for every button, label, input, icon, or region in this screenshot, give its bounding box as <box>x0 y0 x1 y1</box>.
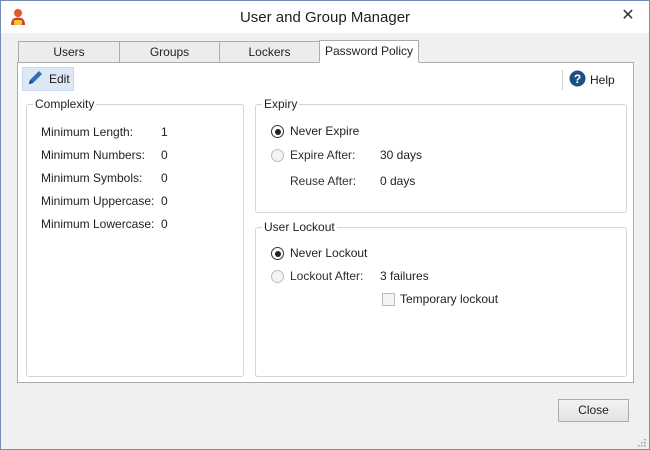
lockout-after-label[interactable]: Lockout After: <box>290 269 363 283</box>
temporary-lockout-label[interactable]: Temporary lockout <box>400 292 498 306</box>
minimum-symbols-value: 0 <box>161 171 168 185</box>
help-icon: ? <box>569 70 586 90</box>
lockout-after-radio[interactable] <box>271 270 284 283</box>
expire-after-label[interactable]: Expire After: <box>290 148 355 162</box>
pencil-icon <box>27 70 45 89</box>
lockout-after-value: 3 failures <box>380 269 429 283</box>
window-title: User and Group Manager <box>239 9 411 26</box>
title-bar[interactable]: User and Group Manager ✕ <box>1 1 649 33</box>
help-button[interactable]: ? Help <box>565 68 619 92</box>
minimum-symbols-label: Minimum Symbols: <box>41 171 143 185</box>
help-label: Help <box>590 73 615 87</box>
tab-lockers[interactable]: Lockers <box>219 41 320 63</box>
svg-text:?: ? <box>574 72 581 86</box>
never-expire-radio[interactable] <box>271 125 284 138</box>
minimum-lowercase-label: Minimum Lowercase: <box>41 217 155 231</box>
close-window-icon[interactable]: ✕ <box>615 5 641 27</box>
user-lockout-legend: User Lockout <box>262 220 337 234</box>
edit-button[interactable]: Edit <box>22 67 74 91</box>
tab-password-policy[interactable]: Password Policy <box>319 40 419 63</box>
close-button[interactable]: Close <box>558 399 629 422</box>
complexity-group: Complexity Minimum Length: 1 Minimum Num… <box>26 97 244 377</box>
expiry-legend: Expiry <box>262 97 300 111</box>
temporary-lockout-checkbox[interactable] <box>382 293 395 306</box>
reuse-after-value: 0 days <box>380 174 416 188</box>
reuse-after-label: Reuse After: <box>290 174 357 188</box>
minimum-numbers-label: Minimum Numbers: <box>41 148 146 162</box>
never-expire-label[interactable]: Never Expire <box>290 124 359 138</box>
expire-after-value: 30 days <box>380 148 423 162</box>
never-lockout-label[interactable]: Never Lockout <box>290 246 367 260</box>
toolbar-divider <box>562 70 563 90</box>
tab-groups[interactable]: Groups <box>119 41 220 63</box>
user-lockout-group: User Lockout Never Lockout Lockout After… <box>255 220 627 377</box>
minimum-length-value: 1 <box>161 125 168 139</box>
main-window: User and Group Manager ✕ Users Groups Lo… <box>0 0 650 450</box>
minimum-numbers-value: 0 <box>161 148 168 162</box>
never-lockout-radio[interactable] <box>271 247 284 260</box>
minimum-uppercase-label: Minimum Uppercase: <box>41 194 155 208</box>
minimum-lowercase-value: 0 <box>161 217 168 231</box>
expire-after-radio[interactable] <box>271 149 284 162</box>
tab-users[interactable]: Users <box>18 41 120 63</box>
minimum-length-label: Minimum Length: <box>41 125 134 139</box>
resize-grip-icon[interactable] <box>636 436 646 447</box>
expiry-group: Expiry Never Expire Expire After: 30 day… <box>255 97 627 213</box>
minimum-uppercase-value: 0 <box>161 194 168 208</box>
complexity-legend: Complexity <box>33 97 97 111</box>
edit-label: Edit <box>49 72 70 86</box>
password-policy-panel: Edit ? Help Complexity Minimum Length: 1… <box>17 62 634 383</box>
